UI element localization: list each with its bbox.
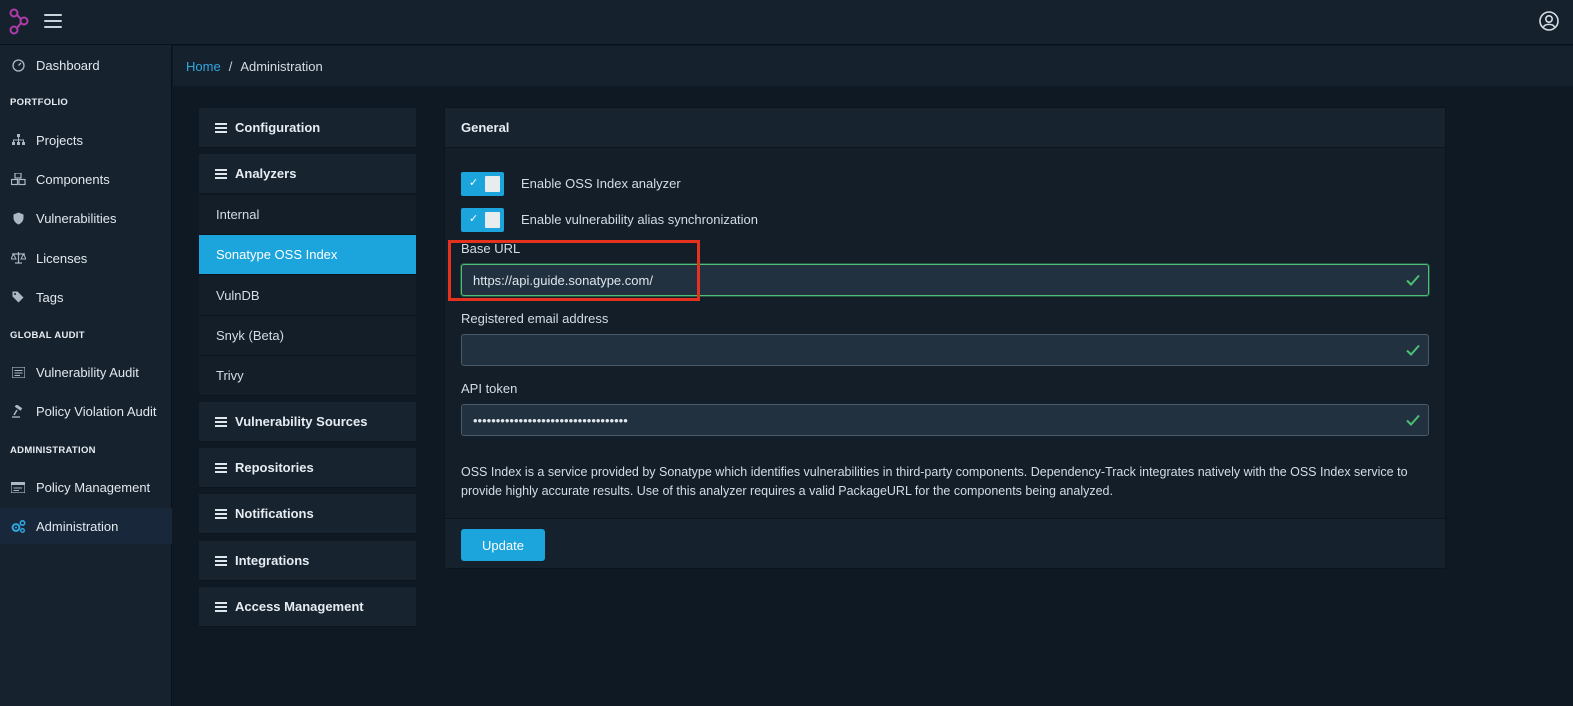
sitemap-icon <box>10 132 26 148</box>
enable-oss-index-toggle[interactable]: ✓ <box>461 172 504 196</box>
list-icon <box>215 168 227 179</box>
list-icon <box>215 601 227 612</box>
tag-icon <box>10 289 26 305</box>
valid-check-icon <box>1406 414 1420 426</box>
valid-check-icon <box>1406 344 1420 356</box>
oss-index-description: OSS Index is a service provided by Sonat… <box>461 465 1408 498</box>
check-icon: ✓ <box>469 177 479 189</box>
api-token-input[interactable] <box>462 405 1402 435</box>
general-card: General ✓ Enable OSS Index analyzer ✓ En… <box>444 107 1446 569</box>
sidebar-item-components[interactable]: Components <box>0 161 172 197</box>
menu-label: Integrations <box>235 553 310 568</box>
breadcrumb-separator: / <box>228 58 233 74</box>
list-icon <box>10 364 26 380</box>
enable-alias-sync-toggle[interactable]: ✓ <box>461 208 504 232</box>
sidebar-item-label: Dashboard <box>36 57 100 73</box>
hamburger-icon[interactable] <box>44 14 62 28</box>
menu-item-vulndb[interactable]: VulnDB <box>199 276 416 316</box>
sidebar-item-licenses[interactable]: Licenses <box>0 240 172 276</box>
enable-oss-index-label: Enable OSS Index analyzer <box>521 176 681 191</box>
dependency-track-logo-icon[interactable] <box>8 8 30 36</box>
section-global-audit: GLOBAL AUDIT <box>10 330 85 341</box>
sidebar-item-label: Projects <box>36 132 83 148</box>
sidebar-item-administration[interactable]: Administration <box>0 508 172 544</box>
sidebar-item-label: Policy Violation Audit <box>36 403 157 419</box>
menu-integrations[interactable]: Integrations <box>199 541 416 581</box>
menu-item-sonatype-oss-index[interactable]: Sonatype OSS Index <box>199 235 416 275</box>
speedometer-icon <box>10 57 26 73</box>
balance-scale-icon <box>10 250 26 266</box>
sidebar-item-policy-violation-audit[interactable]: Policy Violation Audit <box>0 393 172 429</box>
sidebar-item-dashboard[interactable]: Dashboard <box>0 47 172 83</box>
list-icon <box>215 462 227 473</box>
list-icon <box>215 555 227 566</box>
sidebar-item-policy-management[interactable]: Policy Management <box>0 469 172 505</box>
shield-icon <box>10 210 26 226</box>
email-field <box>461 334 1429 366</box>
list-icon <box>215 416 227 427</box>
menu-access-management[interactable]: Access Management <box>199 587 416 627</box>
sidebar: Dashboard PORTFOLIO Projects Components … <box>0 45 172 706</box>
breadcrumb-current: Administration <box>240 58 323 74</box>
menu-label: Vulnerability Sources <box>235 414 368 429</box>
email-input[interactable] <box>462 335 1402 365</box>
menu-analyzers[interactable]: Analyzers <box>199 154 416 194</box>
menu-notifications[interactable]: Notifications <box>199 494 416 534</box>
sidebar-item-tags[interactable]: Tags <box>0 279 172 315</box>
check-icon: ✓ <box>469 213 479 225</box>
card-title: General <box>445 108 1445 148</box>
sidebar-item-label: Administration <box>36 518 119 534</box>
policy-icon <box>10 479 26 495</box>
sidebar-item-label: Components <box>36 171 110 187</box>
sidebar-item-label: Policy Management <box>36 479 151 495</box>
menu-label: Repositories <box>235 460 314 475</box>
menu-label: Access Management <box>235 599 364 614</box>
email-label: Registered email address <box>461 311 609 326</box>
top-navbar <box>0 0 1573 45</box>
menu-label: Analyzers <box>235 166 297 181</box>
sidebar-item-vulnerability-audit[interactable]: Vulnerability Audit <box>0 354 172 390</box>
section-portfolio: PORTFOLIO <box>10 97 69 108</box>
api-token-field <box>461 404 1429 436</box>
list-icon <box>215 508 227 519</box>
card-footer: Update <box>445 518 1445 568</box>
gavel-icon <box>10 403 26 419</box>
cogs-icon <box>10 518 26 534</box>
cubes-icon <box>10 171 26 187</box>
menu-label: Notifications <box>235 506 314 521</box>
toggle-knob <box>485 212 500 228</box>
menu-repositories[interactable]: Repositories <box>199 448 416 488</box>
menu-item-internal[interactable]: Internal <box>199 195 416 235</box>
menu-item-trivy[interactable]: Trivy <box>199 356 416 396</box>
menu-configuration[interactable]: Configuration <box>199 108 416 148</box>
api-token-label: API token <box>461 381 518 396</box>
section-administration: ADMINISTRATION <box>10 445 96 456</box>
menu-vulnerability-sources[interactable]: Vulnerability Sources <box>199 402 416 442</box>
breadcrumb: Home / Administration <box>173 46 1573 86</box>
user-circle-icon[interactable] <box>1539 11 1559 31</box>
menu-item-snyk[interactable]: Snyk (Beta) <box>199 316 416 356</box>
valid-check-icon <box>1406 274 1420 286</box>
toggle-knob <box>485 176 500 192</box>
enable-alias-sync-label: Enable vulnerability alias synchronizati… <box>521 212 759 227</box>
highlight-annotation-box <box>448 240 700 301</box>
sidebar-item-label: Licenses <box>36 250 88 266</box>
update-button[interactable]: Update <box>461 529 545 561</box>
menu-label: Configuration <box>235 120 321 135</box>
sidebar-item-label: Vulnerabilities <box>36 210 117 226</box>
breadcrumb-home-link[interactable]: Home <box>186 59 221 74</box>
sidebar-item-vulnerabilities[interactable]: Vulnerabilities <box>0 200 172 236</box>
sidebar-item-label: Tags <box>36 289 64 305</box>
list-icon <box>215 122 227 133</box>
sidebar-item-projects[interactable]: Projects <box>0 122 172 158</box>
sidebar-item-label: Vulnerability Audit <box>36 364 139 380</box>
